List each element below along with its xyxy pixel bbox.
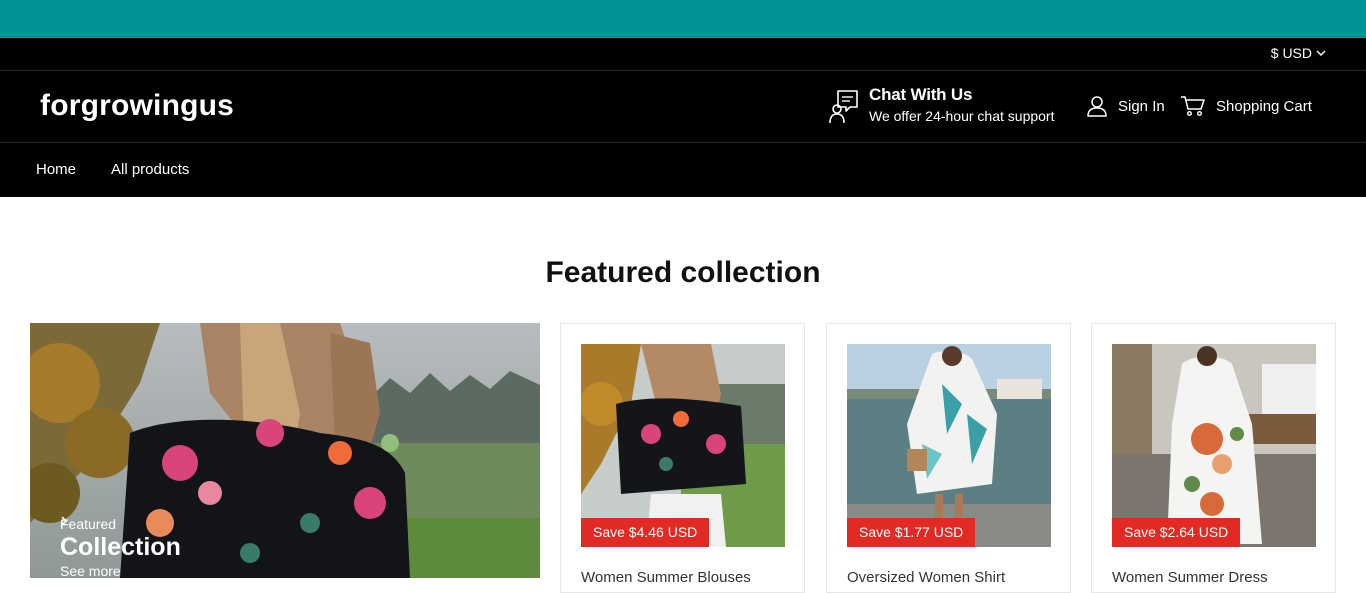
banner-text: Featured Collection See more xyxy=(60,516,181,578)
nav-item-home[interactable]: Home xyxy=(36,161,76,178)
top-bar: $ USD xyxy=(0,38,1366,71)
sign-in-label: Sign In xyxy=(1118,97,1165,115)
currency-label: $ USD xyxy=(1270,45,1312,61)
main-nav: Home All products xyxy=(0,143,1366,197)
chat-support-icon xyxy=(829,90,858,124)
chat-subtitle: We offer 24-hour chat support xyxy=(869,108,1055,124)
chevron-right-icon xyxy=(61,516,68,526)
cart-label: Shopping Cart xyxy=(1216,97,1312,115)
sale-badge: Save $2.64 USD xyxy=(1112,518,1241,547)
product-image: Save $4.46 USD xyxy=(581,344,785,547)
product-photo xyxy=(581,344,785,547)
currency-selector[interactable]: $ USD xyxy=(1271,45,1326,61)
sign-in-link[interactable]: Sign In xyxy=(1086,95,1165,117)
featured-collection-banner[interactable]: Featured Collection See more xyxy=(30,323,540,578)
sale-badge: Save $1.77 USD xyxy=(847,518,976,547)
chat-widget[interactable]: Chat With Us We offer 24-hour chat suppo… xyxy=(828,85,1054,127)
product-photo xyxy=(847,344,1051,547)
product-card[interactable]: Save $2.64 USD Women Summer Dress xyxy=(1091,323,1336,593)
product-card[interactable]: Save $4.46 USD Women Summer Blouses xyxy=(560,323,805,593)
cart-icon xyxy=(1181,96,1205,117)
user-icon xyxy=(1087,96,1107,117)
announcement-bar xyxy=(0,0,1366,38)
site-header: forgrowingus Chat With Us We offer 24-ho… xyxy=(0,71,1366,143)
product-image: Save $2.64 USD xyxy=(1112,344,1316,547)
store-logo[interactable]: forgrowingus xyxy=(40,89,234,123)
banner-title: Collection xyxy=(60,533,181,561)
product-card[interactable]: Save $1.77 USD Oversized Women Shirt xyxy=(826,323,1071,593)
section-title: Featured collection xyxy=(545,256,821,289)
chat-title: Chat With Us xyxy=(869,85,973,104)
shopping-cart-link[interactable]: Shopping Cart xyxy=(1180,95,1312,117)
banner-eyebrow: Featured xyxy=(60,516,117,532)
see-more-label: See more xyxy=(60,563,121,578)
product-image: Save $1.77 USD xyxy=(847,344,1051,547)
see-more-link[interactable]: See more xyxy=(60,516,181,578)
chat-text: Chat With Us We offer 24-hour chat suppo… xyxy=(869,85,1054,127)
chevron-down-icon xyxy=(1316,50,1326,56)
nav-item-all-products[interactable]: All products xyxy=(111,161,189,178)
sale-badge: Save $4.46 USD xyxy=(581,518,710,547)
product-photo xyxy=(1112,344,1316,547)
